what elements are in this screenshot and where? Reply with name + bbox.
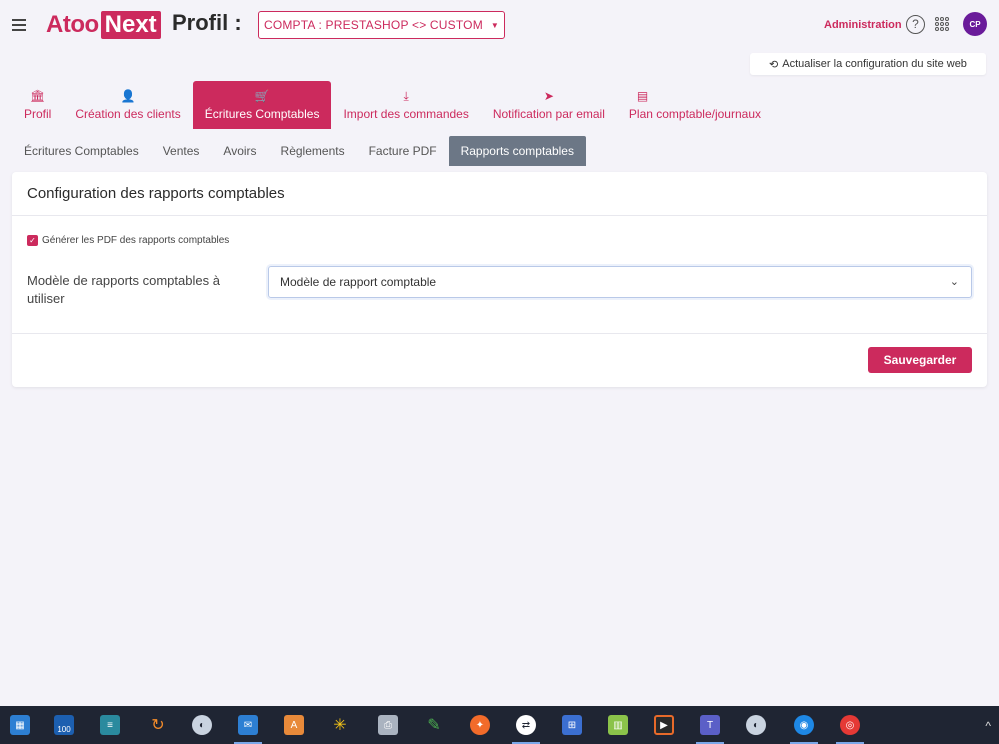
- caret-down-icon: ▼: [490, 20, 500, 30]
- generate-pdf-label: Générer les PDF des rapports comptables: [42, 235, 230, 246]
- avatar[interactable]: CP: [963, 12, 987, 36]
- help-icon[interactable]: ?: [906, 15, 925, 34]
- card-title: Configuration des rapports comptables: [12, 172, 987, 216]
- tab-profil[interactable]: 🏛 Profil: [12, 81, 63, 129]
- sparkle-icon[interactable]: ✳: [330, 715, 350, 735]
- subtab-ventes[interactable]: Ventes: [151, 136, 212, 166]
- tab-plan-comptable[interactable]: ▤ Plan comptable/journaux: [617, 81, 773, 129]
- tab-label: Profil: [24, 106, 52, 121]
- main-tabs: 🏛 Profil 👤 Création des clients 🛒 Écritu…: [12, 81, 773, 129]
- top-bar: Atoo Next Profil : COMPTA : PRESTASHOP <…: [0, 0, 999, 50]
- send-icon: ➤: [543, 88, 554, 103]
- page-title: Profil :: [172, 10, 242, 35]
- tab-ecritures-comptables[interactable]: 🛒 Écritures Comptables: [192, 81, 332, 129]
- administration-link[interactable]: Administration: [824, 19, 902, 31]
- teams-icon[interactable]: T: [700, 715, 720, 735]
- teamviewer-icon[interactable]: ⇄: [516, 715, 536, 735]
- media-app-icon[interactable]: ▶: [654, 715, 674, 735]
- apps-grid-icon[interactable]: [935, 17, 949, 31]
- store-icon[interactable]: ▦: [10, 715, 30, 735]
- logo-atoo: Atoo: [46, 11, 99, 38]
- user-icon: 👤: [120, 88, 136, 103]
- logo-next: Next: [100, 11, 161, 39]
- report-model-select[interactable]: Modèle de rapport comptable ⌄: [268, 266, 972, 298]
- generate-pdf-option[interactable]: ✓ Générer les PDF des rapports comptable…: [27, 235, 229, 246]
- document-icon: ▤: [636, 88, 649, 103]
- chevron-down-icon: ⌄: [949, 276, 959, 288]
- subtab-ecritures-comptables[interactable]: Écritures Comptables: [12, 136, 151, 166]
- generate-pdf-checkbox[interactable]: ✓: [27, 235, 38, 246]
- taskbar: ▦ 100 ≡ ↻ ◐ ✉ A ✳ ⎙ ✎ ✦ ⇄ ⊞ ▥ ▶ T ◐ ◉ ◎ …: [0, 706, 999, 744]
- logo[interactable]: Atoo Next: [46, 11, 161, 39]
- tab-creation-clients[interactable]: 👤 Création des clients: [63, 81, 192, 129]
- report-model-label: Modèle de rapports comptables à utiliser: [27, 273, 220, 306]
- cart-icon: 🛒: [254, 88, 270, 103]
- sub-tabs: Écritures Comptables Ventes Avoirs Règle…: [12, 136, 586, 166]
- subtab-rapports-comptables[interactable]: Rapports comptables: [448, 136, 586, 166]
- counter-badge: 100: [57, 724, 71, 734]
- tab-import-commandes[interactable]: ⤓ Import des commandes: [331, 81, 480, 129]
- bank-icon: 🏛: [30, 88, 46, 103]
- subtab-avoirs[interactable]: Avoirs: [211, 136, 268, 166]
- refresh-config-label: Actualiser la configuration du site web: [782, 58, 967, 70]
- disk-app-icon[interactable]: ◐: [192, 715, 212, 735]
- refresh-config-button[interactable]: ⟲ Actualiser la configuration du site we…: [750, 53, 986, 75]
- tab-notification-email[interactable]: ➤ Notification par email: [481, 81, 617, 129]
- shop-selector-label: COMPTA : PRESTASHOP <> CUSTOM: [263, 18, 483, 32]
- card-body: ✓ Générer les PDF des rapports comptable…: [12, 216, 987, 334]
- config-card: Configuration des rapports comptables ✓ …: [12, 172, 987, 387]
- excel-like-icon[interactable]: ≡: [100, 715, 120, 735]
- menu-icon[interactable]: [12, 19, 26, 31]
- mail-app-icon[interactable]: ✉: [238, 715, 258, 735]
- subtab-reglements[interactable]: Règlements: [269, 136, 357, 166]
- chrome-icon[interactable]: ◎: [840, 715, 860, 735]
- report-model-value: Modèle de rapport comptable: [280, 275, 437, 289]
- disk-app-2-icon[interactable]: ◐: [746, 715, 766, 735]
- marker-icon[interactable]: ✎: [424, 715, 444, 735]
- sync-app-icon[interactable]: ↻: [148, 715, 168, 735]
- tab-label: Import des commandes: [343, 106, 469, 121]
- shop-selector[interactable]: COMPTA : PRESTASHOP <> CUSTOM ▼: [258, 11, 505, 39]
- tray-chevron-icon[interactable]: ^: [985, 719, 991, 733]
- browser-edge-icon[interactable]: ◉: [794, 715, 814, 735]
- atoo-app-icon[interactable]: A: [284, 715, 304, 735]
- printer-icon[interactable]: ⎙: [378, 715, 398, 735]
- save-button[interactable]: Sauvegarder: [868, 347, 972, 373]
- tab-label: Plan comptable/journaux: [628, 106, 761, 121]
- card-footer: Sauvegarder: [12, 334, 987, 386]
- download-icon: ⤓: [403, 88, 409, 103]
- network-icon[interactable]: ⊞: [562, 715, 582, 735]
- spreadsheet-icon[interactable]: ▥: [608, 715, 628, 735]
- tab-label: Écritures Comptables: [204, 106, 320, 121]
- compass-icon[interactable]: ✦: [470, 715, 490, 735]
- refresh-icon: ⟲: [769, 58, 779, 71]
- tab-label: Création des clients: [75, 106, 181, 121]
- subtab-facture-pdf[interactable]: Facture PDF: [357, 136, 449, 166]
- tab-label: Notification par email: [492, 106, 605, 121]
- counter-app-icon[interactable]: 100: [54, 715, 74, 735]
